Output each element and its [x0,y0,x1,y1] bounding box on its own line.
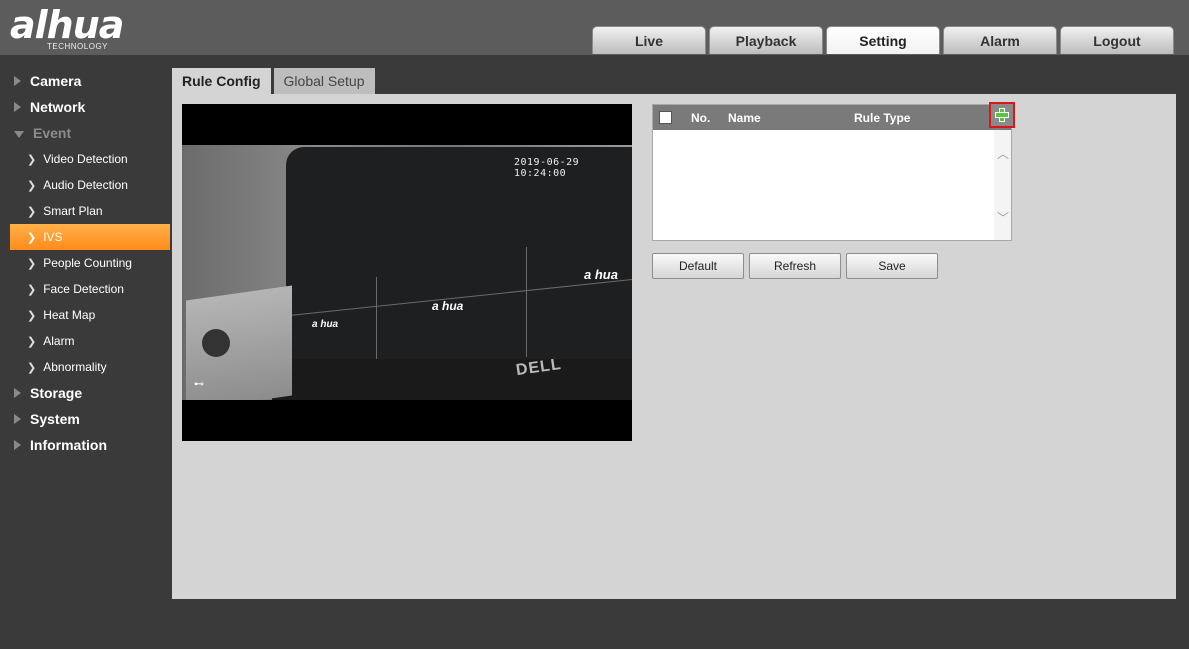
sidebar-sub-video-detection[interactable]: ❯ Video Detection [0,146,170,172]
nav-tab-logout[interactable]: Logout [1060,26,1174,54]
nav-tab-setting[interactable]: Setting [826,26,940,54]
action-buttons: Default Refresh Save [652,253,943,279]
expand-arrow-icon [14,102,21,112]
add-rule-button[interactable] [989,102,1015,128]
chevron-right-icon: ❯ [27,179,37,192]
refresh-button[interactable]: Refresh [749,253,841,279]
column-no: No. [691,110,711,125]
sidebar-item-storage[interactable]: Storage [0,380,170,406]
select-all-checkbox[interactable] [659,111,672,124]
plus-icon [995,108,1009,122]
default-button[interactable]: Default [652,253,744,279]
tab-global-setup[interactable]: Global Setup [273,68,375,94]
sidebar-sub-alarm[interactable]: ❯ Alarm [0,328,170,354]
chevron-right-icon: ❯ [27,153,37,166]
sidebar-sub-ivs[interactable]: ❯ IVS [10,224,170,250]
sidebar-sub-label: Audio Detection [43,178,128,192]
sidebar-sub-label: Heat Map [43,308,96,322]
header-bar: alhua TECHNOLOGY Live Playback Setting A… [0,0,1189,55]
sidebar-item-event[interactable]: Event [0,120,170,146]
scene-line [376,277,377,372]
top-navigation: Live Playback Setting Alarm Logout [592,26,1177,55]
sidebar-sub-label: IVS [43,230,63,244]
scene-brand-mark: a hua [584,267,618,282]
sidebar-sub-label: Abnormality [43,360,107,374]
rule-table-header: No. Name Rule Type [653,102,1015,130]
chevron-right-icon: ❯ [27,257,37,270]
video-osd-timestamp: 2019-06-29 10:24:00 [514,157,580,179]
sidebar-item-network[interactable]: Network [0,94,170,120]
live-video-preview[interactable]: a hua a hua a hua DELL 2019-06-29 10:24:… [182,104,632,441]
sidebar-sub-label: Video Detection [43,152,128,166]
chevron-right-icon: ❯ [27,335,37,348]
sidebar-sub-label: Alarm [43,334,75,348]
sidebar-item-information[interactable]: Information [0,432,170,458]
chevron-right-icon: ❯ [27,283,37,296]
content-panel: a hua a hua a hua DELL 2019-06-29 10:24:… [172,94,1176,599]
tab-rule-config[interactable]: Rule Config [172,68,271,94]
chevron-right-icon: ❯ [27,205,37,218]
logo-text: alhua [10,3,124,47]
scene-monitor: a hua a hua a hua [286,147,632,372]
sidebar-sub-smart-plan[interactable]: ❯ Smart Plan [0,198,170,224]
sidebar-sub-label: Face Detection [43,282,124,296]
expand-arrow-icon [14,76,21,86]
sidebar-item-label: Event [33,125,72,141]
sidebar-sub-people-counting[interactable]: ❯ People Counting [0,250,170,276]
sidebar-item-label: Camera [30,73,82,89]
column-rule-type: Rule Type [854,110,911,125]
expand-arrow-icon [14,440,21,450]
cursor-icon: ⊷ [194,379,204,390]
sidebar-item-label: Storage [30,385,83,401]
scene-line [526,247,527,357]
scene-monitor-bezel [272,359,632,400]
scene-brand-mark: a hua [312,319,339,330]
sidebar-item-label: Network [30,99,86,115]
rule-table-scrollbar[interactable]: ︿ ﹀ [994,130,1011,240]
settings-sidebar: Camera Network Event ❯ Video Detection ❯ A… [0,68,170,458]
chevron-right-icon: ❯ [27,361,37,374]
nav-tab-playback[interactable]: Playback [709,26,823,54]
sidebar-item-system[interactable]: System [0,406,170,432]
nav-tab-live[interactable]: Live [592,26,706,54]
logo-subtext: TECHNOLOGY [47,42,109,51]
sidebar-item-label: System [30,411,80,427]
config-subtabs: Rule Config Global Setup [172,68,378,94]
chevron-right-icon: ❯ [27,231,37,244]
sidebar-sub-heat-map[interactable]: ❯ Heat Map [0,302,170,328]
camera-scene: a hua a hua a hua DELL 2019-06-29 10:24:… [182,145,632,400]
collapse-arrow-icon [14,130,24,138]
nav-tab-alarm[interactable]: Alarm [943,26,1057,54]
scroll-up-icon[interactable]: ︿ [997,148,1009,160]
sidebar-sub-abnormality[interactable]: ❯ Abnormality [0,354,170,380]
expand-arrow-icon [14,414,21,424]
sidebar-sub-audio-detection[interactable]: ❯ Audio Detection [0,172,170,198]
sidebar-sub-label: Smart Plan [43,204,103,218]
chevron-right-icon: ❯ [27,309,37,322]
sidebar-item-label: Information [30,437,107,453]
column-name: Name [728,110,761,125]
sidebar-item-camera[interactable]: Camera [0,68,170,94]
dahua-logo: alhua TECHNOLOGY [10,3,124,51]
scroll-down-icon[interactable]: ﹀ [997,212,1009,224]
scene-brand-mark: a hua [432,299,464,313]
rule-table: No. Name Rule Type ︿ ﹀ [652,102,1015,241]
save-button[interactable]: Save [846,253,938,279]
scene-camera-dot [202,329,230,357]
sidebar-sub-label: People Counting [43,256,132,270]
expand-arrow-icon [14,388,21,398]
sidebar-sub-face-detection[interactable]: ❯ Face Detection [0,276,170,302]
